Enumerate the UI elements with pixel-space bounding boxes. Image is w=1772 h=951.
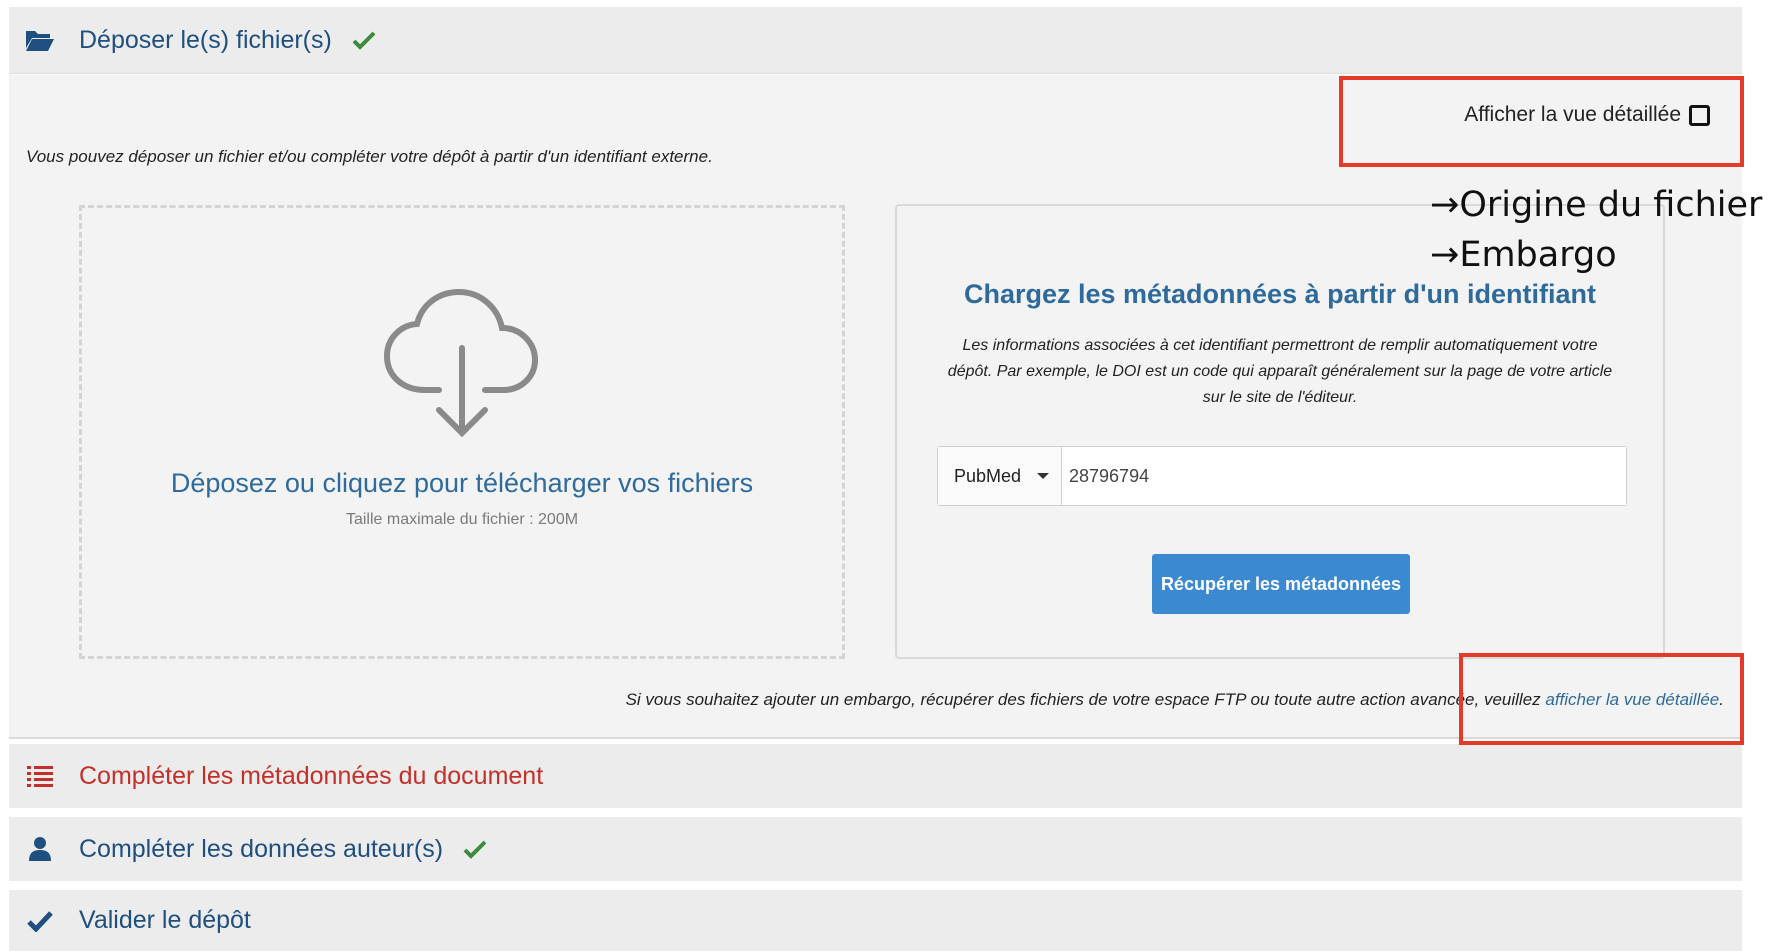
section-title-authors: Compléter les données auteur(s) (79, 834, 444, 863)
highlight-box-detail-link (1459, 653, 1744, 745)
section-header-authors[interactable]: Compléter les données auteur(s) (9, 817, 1742, 881)
section-title-validate: Valider le dépôt (79, 906, 251, 934)
highlight-box-detail-toggle (1339, 76, 1744, 167)
section-header-metadata[interactable]: Compléter les métadonnées du document (9, 744, 1742, 808)
intro-text: Vous pouvez déposer un fichier et/ou com… (26, 147, 713, 166)
section-header-validate[interactable]: Valider le dépôt (9, 890, 1742, 951)
completed-check-icon (463, 839, 487, 859)
max-file-size: Taille maximale du fichier : 200M (345, 511, 579, 528)
completed-check-icon (352, 30, 376, 50)
annotation-embargo: →Embargo (1430, 235, 1617, 275)
identifier-type-value: PubMed (954, 465, 1022, 486)
identifier-title: Chargez les métadonnées à partir d'un id… (963, 279, 1597, 309)
user-icon (23, 832, 57, 866)
caret-down-icon (1037, 473, 1050, 479)
fetch-metadata-button[interactable]: Récupérer les métadonnées (1152, 554, 1410, 614)
file-dropzone[interactable]: Déposez ou cliquez pour télécharger vos … (79, 205, 845, 659)
identifier-input-group: PubMed (937, 446, 1627, 506)
section-title-depot: Déposer le(s) fichier(s) (79, 25, 332, 54)
identifier-type-select[interactable]: PubMed (938, 447, 1062, 505)
embargo-note-text: Si vous souhaitez ajouter un embargo, ré… (625, 690, 1546, 709)
cloud-download-icon (377, 288, 547, 453)
identifier-description: Les informations associées à cet identif… (947, 337, 1613, 406)
section-title-metadata: Compléter les métadonnées du document (79, 761, 544, 790)
annotation-callout: →Origine du fichier →Embargo (1430, 180, 1762, 280)
folder-open-icon (23, 23, 57, 57)
section-header-depot[interactable]: Déposer le(s) fichier(s) (9, 7, 1742, 74)
list-icon (23, 759, 57, 793)
annotation-origin: →Origine du fichier (1430, 185, 1763, 225)
depot-panel: Afficher la vue détaillée Vous pouvez dé… (9, 75, 1742, 739)
identifier-value-input[interactable] (1062, 447, 1626, 505)
check-icon (23, 904, 57, 938)
dropzone-label: Déposez ou cliquez pour télécharger vos … (170, 468, 754, 498)
